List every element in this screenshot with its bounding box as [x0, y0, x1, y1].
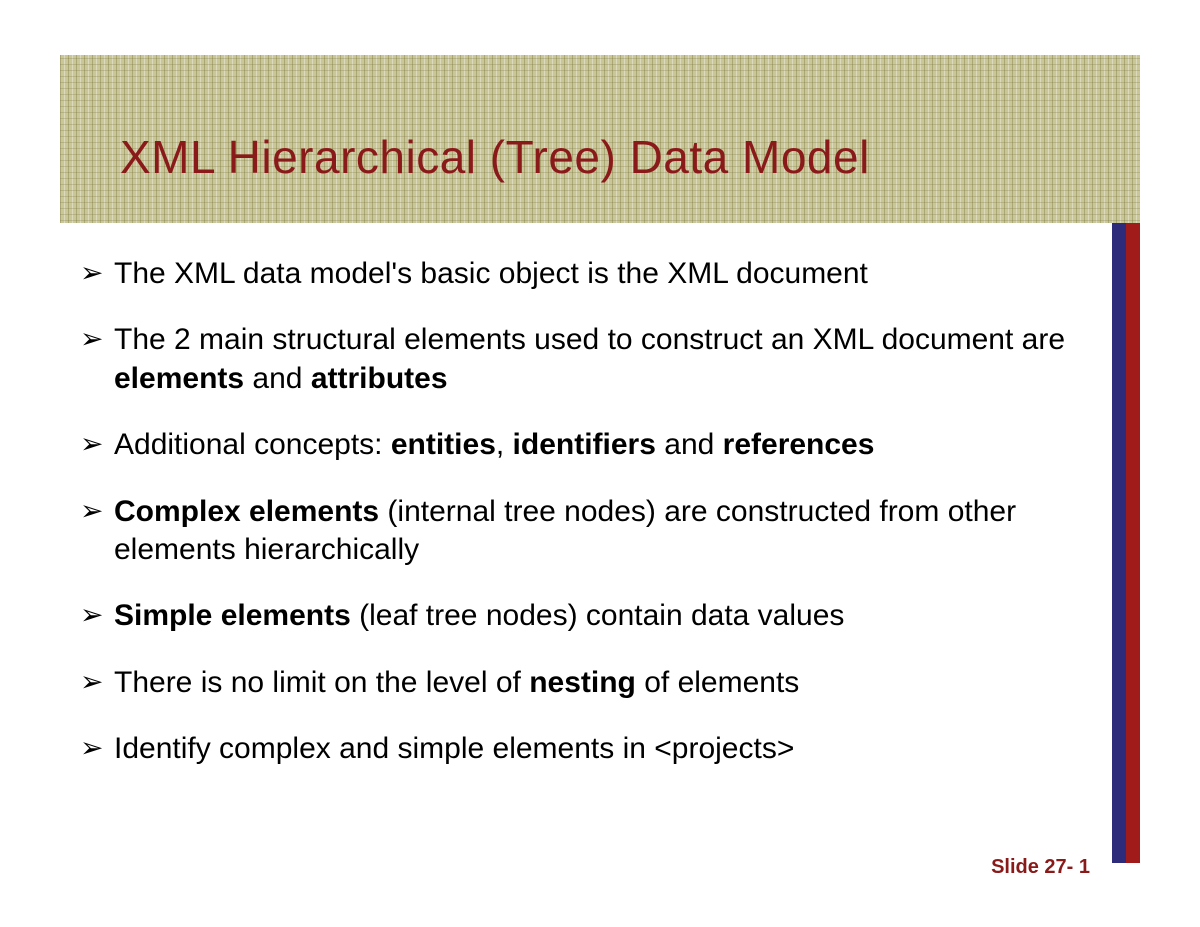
bullet-item: Identify complex and simple elements in … — [80, 730, 1080, 768]
bullet-item: Complex elements (internal tree nodes) a… — [80, 493, 1080, 570]
bullet-item: The XML data model's basic object is the… — [80, 255, 1080, 293]
slide-title: XML Hierarchical (Tree) Data Model — [120, 130, 870, 184]
bullet-item: The 2 main structural elements used to c… — [80, 321, 1080, 398]
stripe-red — [1126, 223, 1140, 863]
bullet-list: The XML data model's basic object is the… — [80, 255, 1080, 797]
slide: XML Hierarchical (Tree) Data Model The X… — [0, 0, 1200, 927]
bullet-item: There is no limit on the level of nestin… — [80, 664, 1080, 702]
bullet-item: Additional concepts: entities, identifie… — [80, 426, 1080, 464]
stripe-blue — [1112, 223, 1126, 863]
decorative-stripe — [1112, 223, 1140, 863]
bullet-item: Simple elements (leaf tree nodes) contai… — [80, 597, 1080, 635]
slide-number: Slide 27- 1 — [991, 856, 1090, 879]
